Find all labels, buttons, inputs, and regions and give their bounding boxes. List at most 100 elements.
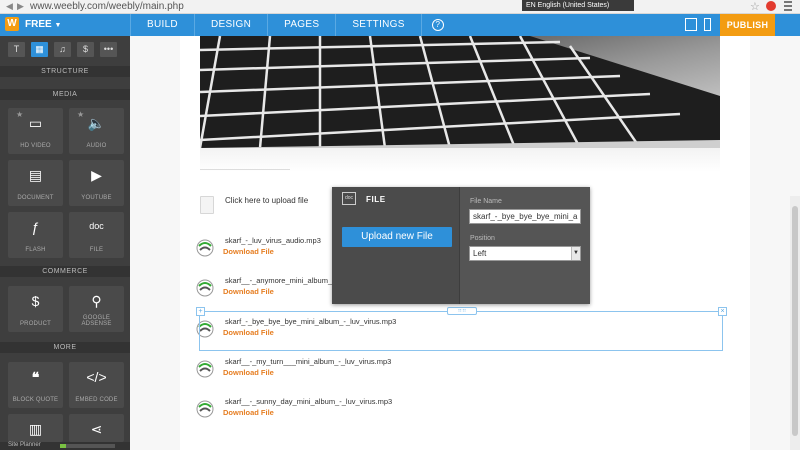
- file-panel-title: FILE: [366, 195, 386, 204]
- category-icons: T ▦ ♫ $ •••: [8, 42, 123, 57]
- tab-settings[interactable]: SETTINGS: [335, 14, 422, 36]
- bookmark-star-icon[interactable]: ☆: [750, 0, 760, 13]
- address-bar[interactable]: www.weebly.com/weebly/main.php: [30, 1, 184, 12]
- browser-toolbar: ◀ ▶ www.weebly.com/weebly/main.php EN En…: [0, 0, 800, 14]
- audio-file-icon: [196, 239, 214, 257]
- download-link[interactable]: Download File: [223, 287, 274, 296]
- tile-label: AUDIO: [86, 143, 107, 149]
- audio-file-icon: [196, 360, 214, 378]
- add-element-icon[interactable]: +: [196, 307, 205, 316]
- tile-block-quote[interactable]: ❝ BLOCK QUOTE: [8, 362, 63, 408]
- file-name: skarf_-_luv_virus_audio.mp3: [225, 236, 321, 245]
- music-category-icon[interactable]: ♫: [54, 42, 71, 57]
- file-item[interactable]: skarf__-_sunny_day_mini_album_-_luv_viru…: [195, 397, 495, 423]
- hero-image[interactable]: [200, 36, 720, 148]
- code-icon: </>: [86, 369, 107, 385]
- desktop-view-icon[interactable]: [685, 18, 697, 31]
- help-icon[interactable]: ?: [431, 19, 444, 31]
- weebly-logo-icon[interactable]: W: [5, 17, 19, 31]
- forward-icon[interactable]: ▶: [17, 1, 24, 12]
- tile-label: PRODUCT: [19, 321, 52, 327]
- position-select[interactable]: Left ▼: [469, 246, 581, 261]
- tile-label: BLOCK QUOTE: [12, 397, 59, 403]
- canvas-scrollbar[interactable]: [790, 196, 800, 450]
- section-divider: [200, 169, 290, 170]
- plan-dropdown[interactable]: FREE ▼: [25, 19, 61, 30]
- tab-build[interactable]: BUILD: [130, 14, 194, 36]
- element-sidebar: T ▦ ♫ $ ••• STRUCTURE MEDIA ★ ▭ HD VIDEO…: [0, 36, 130, 450]
- section-commerce: COMMERCE: [0, 266, 130, 277]
- file-name: skarf__-_anymore_mini_album_: [225, 276, 333, 285]
- position-value: Left: [473, 249, 487, 258]
- site-planner-label: Site Planner: [8, 442, 41, 448]
- tile-label: DOCUMENT: [17, 195, 54, 201]
- site-planner-progress: [60, 444, 115, 448]
- solar-panel-image: [200, 36, 720, 148]
- scrollbar-thumb[interactable]: [792, 206, 798, 436]
- chevron-down-icon: ▼: [54, 22, 62, 29]
- download-link[interactable]: Download File: [223, 408, 274, 417]
- tile-audio[interactable]: ★ 🔈 AUDIO: [69, 108, 124, 154]
- more-category-icon[interactable]: •••: [100, 42, 117, 57]
- language-selector[interactable]: EN English (United States): [522, 0, 634, 11]
- tile-label: YOUTUBE: [81, 195, 112, 201]
- tile-embed-code[interactable]: </> EMBED CODE: [69, 362, 124, 408]
- file-name: skarf__-_sunny_day_mini_album_-_luv_viru…: [225, 397, 393, 406]
- tile-google-adsense[interactable]: ⚲ GOOGLE ADSENSE: [69, 286, 124, 332]
- tile-label: FLASH: [25, 247, 46, 253]
- tab-pages[interactable]: PAGES: [267, 14, 335, 36]
- upload-document-icon[interactable]: [200, 196, 214, 214]
- mobile-view-icon[interactable]: [704, 18, 711, 31]
- tile-file[interactable]: doc FILE: [69, 212, 124, 258]
- commerce-category-icon[interactable]: $: [77, 42, 94, 57]
- file-panel-left: doc FILE Upload new File: [332, 187, 459, 304]
- tile-product[interactable]: $ PRODUCT: [8, 286, 63, 332]
- file-name: skarf__-_my_turn___mini_album_-_luv_viru…: [225, 357, 392, 366]
- drag-handle[interactable]: ⠿⠿: [447, 307, 477, 315]
- file-item[interactable]: skarf__-_my_turn___mini_album_-_luv_viru…: [195, 357, 495, 383]
- audio-file-icon: [196, 400, 214, 418]
- editor-tabs: BUILD DESIGN PAGES SETTINGS ?: [130, 14, 454, 36]
- upload-new-file-button[interactable]: Upload new File: [342, 227, 452, 247]
- tab-design[interactable]: DESIGN: [193, 14, 267, 36]
- tile-youtube[interactable]: ▶ YOUTUBE: [69, 160, 124, 206]
- extension-icon[interactable]: [766, 1, 776, 11]
- plan-label: FREE: [25, 19, 52, 30]
- chart-icon: ▥: [28, 421, 43, 437]
- section-more: MORE: [0, 342, 130, 353]
- file-doc-icon: doc: [342, 192, 356, 205]
- download-link[interactable]: Download File: [223, 247, 274, 256]
- audio-file-icon: [196, 279, 214, 297]
- site-planner[interactable]: Site Planner: [0, 442, 130, 450]
- tile-hd-video[interactable]: ★ ▭ HD VIDEO: [8, 108, 63, 154]
- tile-label: FILE: [89, 247, 104, 253]
- section-media: MEDIA: [0, 89, 130, 100]
- product-icon: $: [31, 293, 40, 309]
- file-name-label: File Name: [470, 198, 502, 205]
- file-name-field[interactable]: skarf_-_bye_bye_bye_mini_a: [469, 209, 581, 224]
- tile-flash[interactable]: ƒ FLASH: [8, 212, 63, 258]
- file-panel-right: File Name skarf_-_bye_bye_bye_mini_a Pos…: [459, 187, 590, 304]
- file-settings-panel: doc FILE Upload new File File Name skarf…: [332, 187, 590, 304]
- position-label: Position: [470, 235, 495, 242]
- tile-social[interactable]: ⋖: [69, 414, 124, 442]
- editor-canvas: Click here to upload file skarf_-_luv_vi…: [130, 36, 800, 450]
- browser-menu-icon[interactable]: [784, 1, 792, 11]
- tile-document[interactable]: ▤ DOCUMENT: [8, 160, 63, 206]
- tile-chart[interactable]: ▥: [8, 414, 63, 442]
- section-structure: STRUCTURE: [0, 66, 130, 77]
- chevron-down-icon: ▼: [571, 247, 580, 260]
- download-link[interactable]: Download File: [223, 368, 274, 377]
- tile-label: HD VIDEO: [20, 143, 51, 149]
- tile-label: GOOGLE ADSENSE: [81, 315, 112, 327]
- back-icon[interactable]: ◀: [6, 1, 13, 12]
- quote-icon: ❝: [31, 369, 40, 385]
- adsense-icon: ⚲: [91, 293, 102, 309]
- flash-icon: ƒ: [31, 219, 40, 235]
- upload-prompt[interactable]: Click here to upload file: [225, 196, 308, 205]
- publish-button[interactable]: PUBLISH: [720, 14, 775, 36]
- video-icon: ▭: [28, 115, 43, 131]
- delete-element-icon[interactable]: ×: [718, 307, 727, 316]
- text-category-icon[interactable]: T: [8, 42, 25, 57]
- layout-category-icon[interactable]: ▦: [31, 42, 48, 57]
